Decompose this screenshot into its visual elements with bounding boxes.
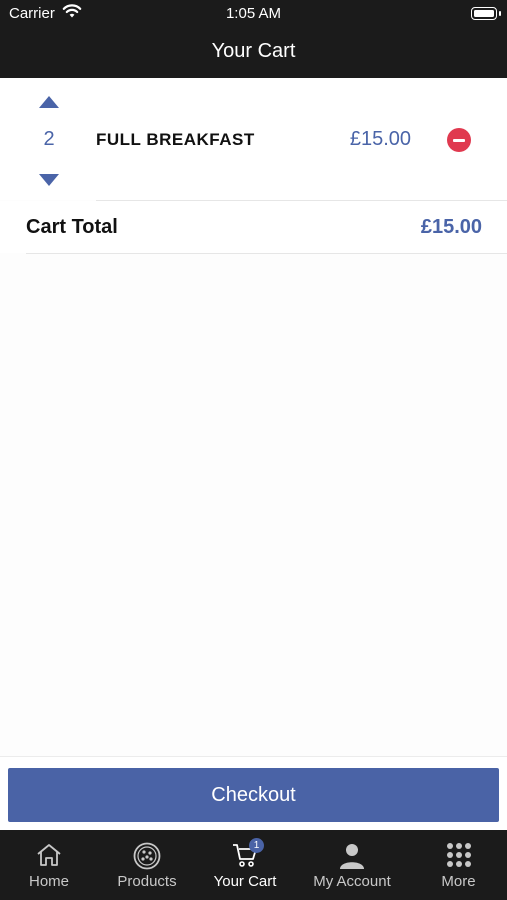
cart-total-value: £15.00	[420, 216, 482, 238]
cart-icon: 1	[231, 838, 264, 873]
decrease-quantity-button[interactable]	[37, 171, 61, 189]
item-name: FULL BREAKFAST	[96, 130, 255, 149]
grid-icon	[446, 842, 472, 873]
divider	[26, 253, 507, 254]
quantity-value: 2	[43, 128, 55, 150]
status-bar: Carrier 1:05 AM	[0, 0, 507, 28]
tab-products[interactable]: Products	[98, 830, 196, 900]
tab-bar: Home Products 1 Your Cart My Account Mor…	[0, 830, 507, 900]
tab-your-cart[interactable]: 1 Your Cart	[196, 830, 294, 900]
cart-item-row: 2 FULL BREAKFAST £15.00	[0, 78, 507, 200]
cart-total-label: Cart Total	[26, 216, 118, 238]
cart-count-badge: 1	[249, 838, 264, 853]
pizza-icon	[133, 842, 161, 875]
checkout-button[interactable]: Checkout	[8, 768, 499, 822]
battery-icon	[471, 7, 497, 20]
tab-label: Your Cart	[213, 873, 277, 890]
arrow-up-icon	[39, 96, 59, 108]
remove-item-button[interactable]	[447, 128, 471, 152]
tab-label: Home	[28, 873, 69, 890]
item-price: £15.00	[349, 128, 411, 150]
tab-label: More	[441, 873, 476, 890]
increase-quantity-button[interactable]	[37, 93, 61, 111]
home-icon	[35, 842, 63, 873]
tab-more[interactable]: More	[410, 830, 507, 900]
cart-content: 2 FULL BREAKFAST £15.00 Cart Total £15.0…	[0, 78, 507, 756]
cart-total-row: Cart Total £15.00	[0, 201, 507, 253]
checkout-area: Checkout	[0, 756, 507, 830]
person-icon	[338, 842, 366, 875]
nav-bar: Your Cart	[0, 28, 507, 78]
tab-home[interactable]: Home	[0, 830, 98, 900]
clock: 1:05 AM	[225, 5, 282, 22]
minus-icon	[453, 138, 465, 142]
page-title: Your Cart	[211, 40, 296, 62]
tab-label: My Account	[313, 873, 391, 890]
battery-cap	[499, 11, 501, 16]
tab-label: Products	[117, 873, 177, 890]
tab-my-account[interactable]: My Account	[294, 830, 410, 900]
arrow-down-icon	[39, 174, 59, 186]
